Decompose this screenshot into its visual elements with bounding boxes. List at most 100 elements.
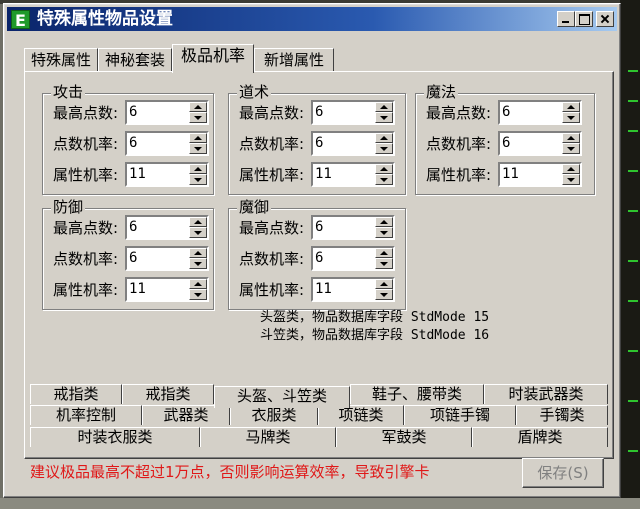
settings-window: E 特殊属性物品设置 特殊属性 神秘套装 极品机率 新增属性 攻击 最高点数: … xyxy=(3,3,621,498)
max-points-spinner[interactable]: 6 xyxy=(311,100,395,125)
window-title: 特殊属性物品设置 xyxy=(37,9,173,29)
close-icon xyxy=(597,12,613,26)
spin-down-icon[interactable] xyxy=(562,174,580,185)
cat-tab-ring-2[interactable]: 戒指类 xyxy=(122,384,214,404)
field-label: 点数机率: xyxy=(426,135,492,153)
group-magic: 魔法 最高点数: 6 点数机率: 6 属性机率: 11 xyxy=(415,83,596,195)
spin-up-icon[interactable] xyxy=(562,164,580,174)
spin-up-icon[interactable] xyxy=(189,164,207,174)
background-strip-bottom xyxy=(0,498,640,509)
field-label: 属性机率: xyxy=(239,166,305,184)
spin-down-icon[interactable] xyxy=(189,112,207,123)
spin-down-icon[interactable] xyxy=(562,112,580,123)
max-points-spinner[interactable]: 6 xyxy=(498,100,582,125)
maximize-icon xyxy=(576,12,592,26)
spin-down-icon[interactable] xyxy=(189,258,207,269)
attribute-rate-spinner[interactable]: 11 xyxy=(311,162,395,187)
field-row: 属性机率: 11 xyxy=(426,162,596,187)
cat-tab-shoes-belt[interactable]: 鞋子、腰带类 xyxy=(350,384,484,404)
spin-up-icon[interactable] xyxy=(189,102,207,112)
group-title: 道术 xyxy=(237,83,272,101)
spin-up-icon[interactable] xyxy=(375,279,393,289)
minimize-button[interactable] xyxy=(557,11,575,27)
field-row: 属性机率: 11 xyxy=(53,162,223,187)
field-label: 最高点数: xyxy=(426,104,492,122)
field-label: 属性机率: xyxy=(53,166,119,184)
attribute-rate-spinner[interactable]: 11 xyxy=(125,162,209,187)
cat-tab-shield[interactable]: 盾牌类 xyxy=(472,427,608,447)
points-rate-spinner[interactable]: 6 xyxy=(311,246,395,271)
cat-tab-fashion-weapon[interactable]: 时装武器类 xyxy=(484,384,608,404)
spin-down-icon[interactable] xyxy=(189,289,207,300)
points-rate-spinner[interactable]: 6 xyxy=(125,246,209,271)
attribute-rate-spinner[interactable]: 11 xyxy=(311,277,395,302)
note-hat: 斗笠类，物品数据库字段 StdMode 16 xyxy=(260,328,490,343)
attribute-rate-spinner[interactable]: 11 xyxy=(125,277,209,302)
cat-tab-weapon[interactable]: 武器类 xyxy=(142,405,230,425)
spin-down-icon[interactable] xyxy=(189,227,207,238)
spin-up-icon[interactable] xyxy=(189,133,207,143)
cat-tab-bracelet[interactable]: 手镯类 xyxy=(516,405,608,425)
spin-up-icon[interactable] xyxy=(375,217,393,227)
spin-down-icon[interactable] xyxy=(375,227,393,238)
attribute-rate-spinner[interactable]: 11 xyxy=(498,162,582,187)
spin-down-icon[interactable] xyxy=(375,258,393,269)
field-row: 点数机率: 6 xyxy=(426,131,596,156)
cat-tab-helmet-hat[interactable]: 头盔、斗笠类 xyxy=(214,386,350,408)
maximize-button[interactable] xyxy=(575,11,593,27)
field-label: 点数机率: xyxy=(239,250,305,268)
spin-up-icon[interactable] xyxy=(375,102,393,112)
field-row: 点数机率: 6 xyxy=(239,131,409,156)
app-icon: E xyxy=(11,10,30,30)
group-magic-defense: 魔御 最高点数: 6 点数机率: 6 属性机率: 11 xyxy=(228,198,409,310)
spin-up-icon[interactable] xyxy=(375,164,393,174)
spin-down-icon[interactable] xyxy=(189,174,207,185)
spin-down-icon[interactable] xyxy=(189,143,207,154)
spin-up-icon[interactable] xyxy=(562,133,580,143)
spin-up-icon[interactable] xyxy=(189,279,207,289)
group-title: 魔御 xyxy=(237,198,272,216)
group-taoism: 道术 最高点数: 6 点数机率: 6 属性机率: 11 xyxy=(228,83,409,195)
title-bar[interactable]: E 特殊属性物品设置 xyxy=(7,7,617,31)
cat-tab-horse-badge[interactable]: 马牌类 xyxy=(200,427,336,447)
cat-tab-necklace-bracelet[interactable]: 项链手镯 xyxy=(404,405,516,425)
max-points-spinner[interactable]: 6 xyxy=(311,215,395,240)
tab-special-attributes[interactable]: 特殊属性 xyxy=(24,48,98,72)
field-label: 属性机率: xyxy=(426,166,492,184)
points-rate-spinner[interactable]: 6 xyxy=(311,131,395,156)
field-label: 属性机率: xyxy=(53,281,119,299)
close-button[interactable] xyxy=(596,11,614,27)
spin-up-icon[interactable] xyxy=(189,248,207,258)
spin-up-icon[interactable] xyxy=(375,133,393,143)
cat-tab-ring-1[interactable]: 戒指类 xyxy=(30,384,122,404)
spin-down-icon[interactable] xyxy=(375,143,393,154)
spin-up-icon[interactable] xyxy=(375,248,393,258)
spin-down-icon[interactable] xyxy=(375,289,393,300)
cat-tab-rate-control[interactable]: 机率控制 xyxy=(30,405,142,425)
points-rate-spinner[interactable]: 6 xyxy=(498,131,582,156)
group-title: 防御 xyxy=(51,198,86,216)
cat-tab-necklace[interactable]: 项链类 xyxy=(318,405,404,425)
field-row: 属性机率: 11 xyxy=(53,277,223,302)
spin-down-icon[interactable] xyxy=(562,143,580,154)
tab-mystery-sets[interactable]: 神秘套装 xyxy=(98,48,172,72)
group-defense: 防御 最高点数: 6 点数机率: 6 属性机率: 11 xyxy=(42,198,214,310)
spin-down-icon[interactable] xyxy=(375,174,393,185)
max-points-spinner[interactable]: 6 xyxy=(125,215,209,240)
cat-tab-fashion-clothes[interactable]: 时装衣服类 xyxy=(30,427,200,447)
spin-up-icon[interactable] xyxy=(189,217,207,227)
tab-rare-rate[interactable]: 极品机率 xyxy=(172,44,254,73)
spin-down-icon[interactable] xyxy=(375,112,393,123)
save-button[interactable]: 保存(S) xyxy=(522,458,604,488)
cat-tab-clothes[interactable]: 衣服类 xyxy=(230,405,318,425)
field-row: 最高点数: 6 xyxy=(239,215,409,240)
max-points-spinner[interactable]: 6 xyxy=(125,100,209,125)
field-row: 最高点数: 6 xyxy=(53,100,223,125)
background-terminal xyxy=(620,0,640,509)
field-label: 点数机率: xyxy=(239,135,305,153)
note-helmet: 头盔类，物品数据库字段 StdMode 15 xyxy=(260,310,490,325)
cat-tab-war-drum[interactable]: 军鼓类 xyxy=(336,427,472,447)
spin-up-icon[interactable] xyxy=(562,102,580,112)
points-rate-spinner[interactable]: 6 xyxy=(125,131,209,156)
tab-new-attributes[interactable]: 新增属性 xyxy=(254,48,334,72)
